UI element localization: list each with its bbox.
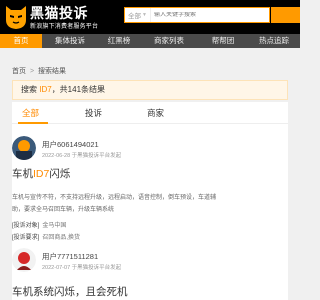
title-text: 车机 [12, 168, 33, 180]
search-box: 全部 ▼ [124, 7, 270, 23]
result-tabs: 全部 投诉 商家 [12, 102, 288, 124]
post-meta: 2022-07-07 于黑猫投诉平台发起 [42, 265, 122, 271]
nav-item-help-group[interactable]: 帮帮团 [198, 34, 248, 48]
tab-merchants[interactable]: 商家 [147, 107, 164, 119]
request-label: [投诉要求] [12, 235, 40, 241]
result-prefix: 搜索 [21, 85, 40, 94]
tab-all[interactable]: 全部 [22, 107, 39, 119]
title-text-end: 闪烁 [49, 168, 71, 180]
nav-item-merchants[interactable]: 商家列表 [140, 34, 198, 48]
complaint-request: [投诉要求] 召回商品,换货 [12, 232, 80, 241]
main-nav: 首页 集体投诉 红黑榜 商家列表 帮帮团 热点追踪 [0, 34, 300, 48]
search-scope-label: 全部 [128, 13, 142, 20]
complaint-item[interactable]: 用户7771511281 2022-07-07 于黑猫投诉平台发起 车机系统闪烁… [12, 248, 288, 300]
breadcrumb: 首页 > 搜索结果 [12, 66, 66, 76]
logo-subtitle: 新浪旗下消费者服务平台 [30, 24, 99, 30]
user-name[interactable]: 用户6061494021 [42, 139, 99, 150]
cat-logo-icon[interactable] [5, 2, 27, 30]
logo-title[interactable]: 黑猫投诉 [30, 3, 88, 23]
nav-item-hot-topics[interactable]: 热点追踪 [248, 34, 300, 48]
nav-item-home[interactable]: 首页 [0, 34, 42, 48]
result-count: ，共141条结果 [51, 85, 106, 94]
breadcrumb-current: 搜索结果 [38, 68, 66, 75]
complaint-description: 车机与宣传不符，不支持远程升级，远程启动，语音控制，倒车预设，车道辅助，要求全马… [12, 195, 217, 213]
target-value[interactable]: 金马中国 [42, 223, 66, 229]
target-label: [投诉对象] [12, 223, 40, 229]
complaint-title[interactable]: 车机ID7闪烁 [12, 166, 70, 181]
complaint-target: [投诉对象] 金马中国 [12, 220, 66, 229]
active-tab-indicator [18, 122, 48, 124]
tab-complaints[interactable]: 投诉 [85, 107, 102, 119]
title-keyword: ID7 [33, 168, 50, 180]
complaint-item[interactable]: 用户6061494021 2022-06-28 于黑猫投诉平台发起 车机ID7闪… [12, 136, 288, 241]
chevron-down-icon: ▼ [142, 12, 147, 18]
breadcrumb-home-link[interactable]: 首页 [12, 68, 26, 75]
results-panel: 全部 投诉 商家 用户6061494021 2022-06-28 于黑猫投诉平台… [12, 102, 288, 300]
title-text: 车机系统闪烁，且会死机 [12, 286, 128, 298]
search-input[interactable] [151, 12, 269, 18]
complaint-title[interactable]: 车机系统闪烁，且会死机 [12, 284, 128, 299]
nav-item-ranking[interactable]: 红黑榜 [98, 34, 140, 48]
search-button[interactable] [271, 7, 300, 23]
result-keyword: ID7 [39, 85, 52, 94]
search-scope-select[interactable]: 全部 ▼ [125, 8, 151, 22]
user-avatar[interactable] [12, 136, 36, 160]
user-avatar[interactable] [12, 248, 36, 272]
nav-item-group-complaint[interactable]: 集体投诉 [42, 34, 98, 48]
site-header: 黑猫投诉 新浪旗下消费者服务平台 全部 ▼ [0, 0, 300, 34]
post-meta: 2022-06-28 于黑猫投诉平台发起 [42, 153, 122, 159]
search-result-summary: 搜索 ID7，共141条结果 [12, 80, 288, 100]
breadcrumb-separator: > [29, 68, 35, 75]
request-value: 召回商品,换货 [42, 235, 81, 241]
user-name[interactable]: 用户7771511281 [42, 251, 98, 262]
